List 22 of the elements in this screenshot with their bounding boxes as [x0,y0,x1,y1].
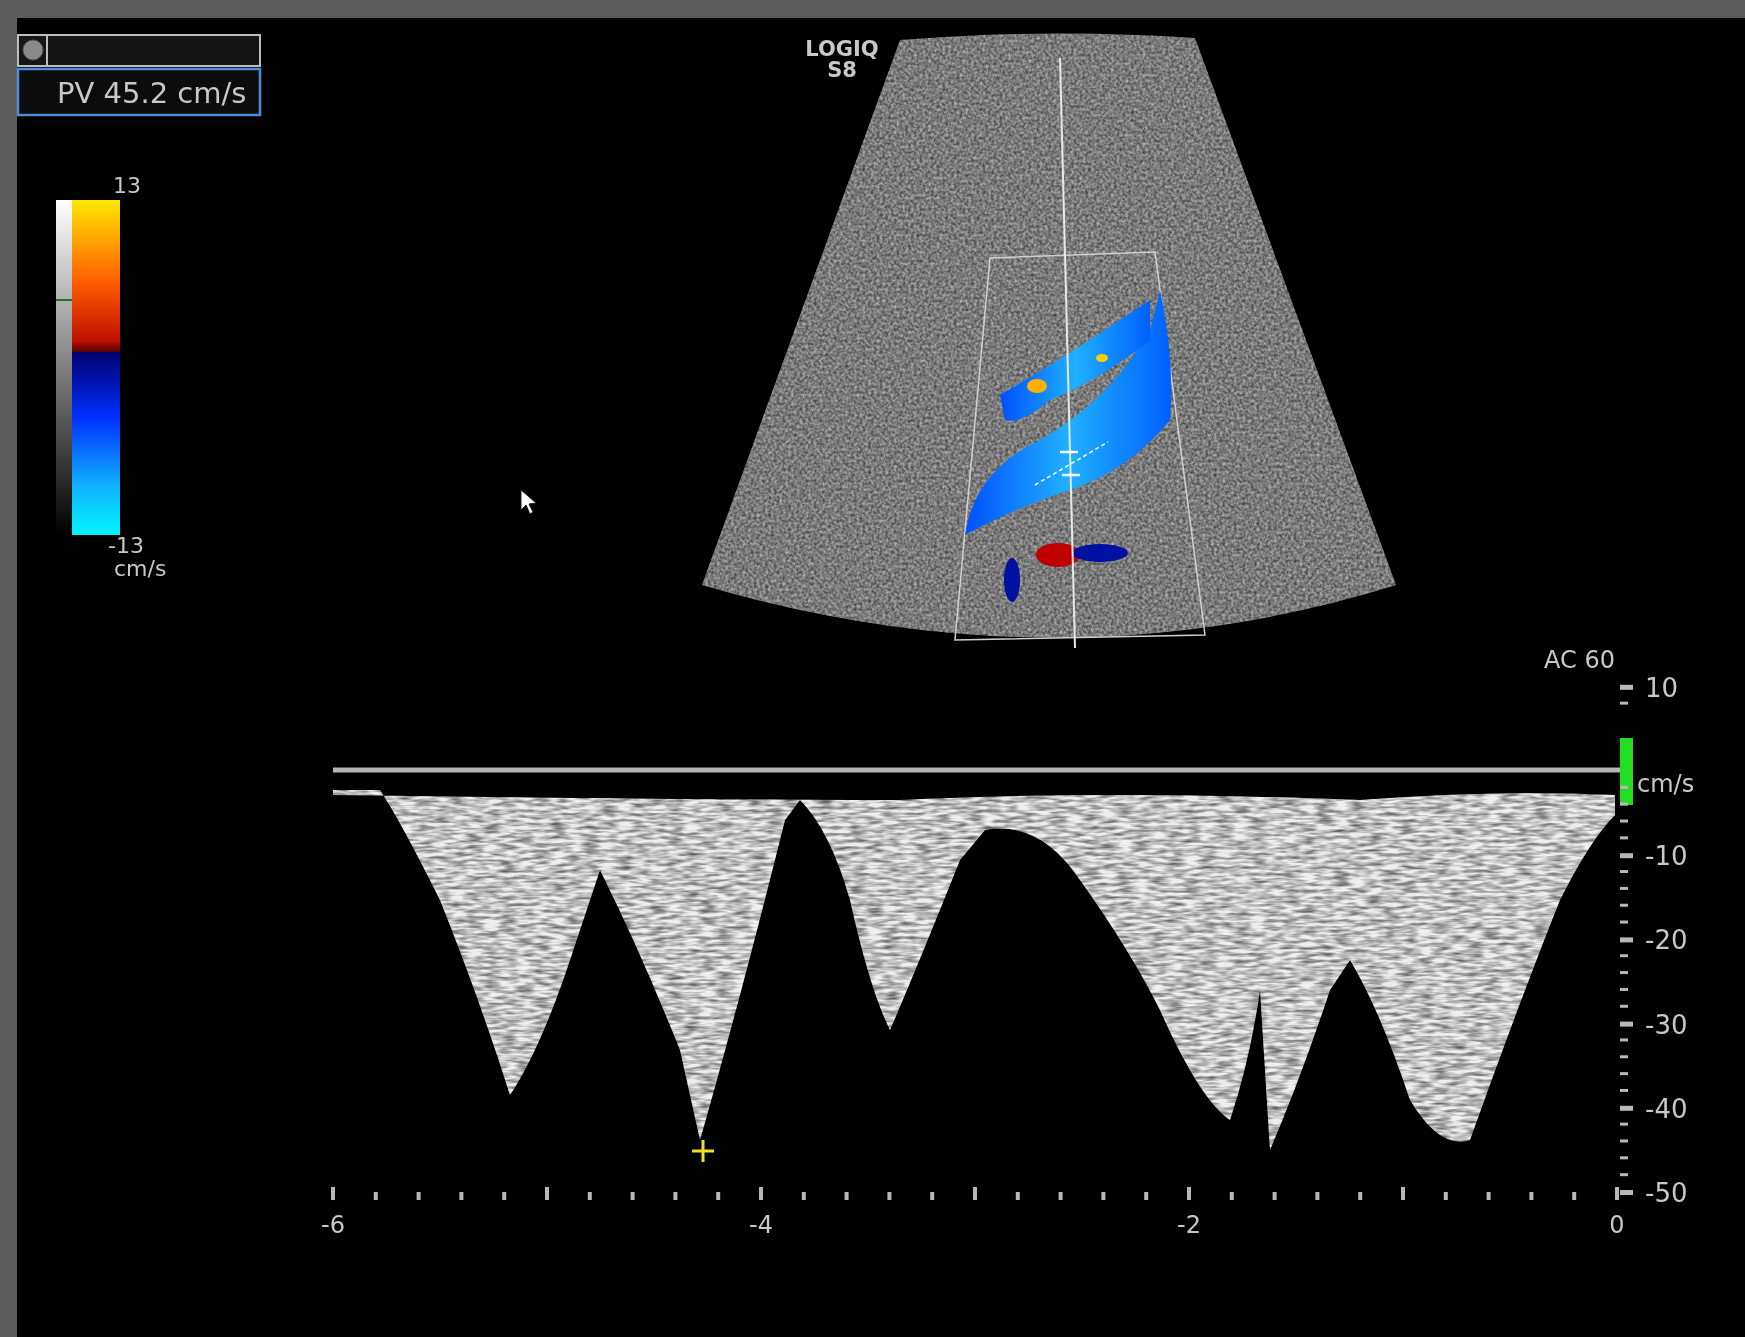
velocity-tick-label: -30 [1645,1009,1688,1040]
time-tick-label: -4 [749,1211,773,1239]
circle-icon [22,39,44,61]
velocity-tick-label: -50 [1645,1178,1688,1208]
scale-unit-label: cm/s [114,556,167,581]
scale-min-label: -13 [108,533,144,558]
brand-label: LOGIQ [805,37,879,61]
caliper-cross-icon [690,1138,716,1164]
mouse-pointer-icon [520,489,537,515]
velocity-tick-label: -40 [1645,1093,1688,1124]
peak-velocity-reading: PV 45.2 cm/s [57,76,247,110]
time-tick-label: -2 [1177,1211,1201,1239]
scale-label: AC 60 [1544,646,1615,674]
baseline-marker [1620,738,1633,805]
velocity-tick-label: -20 [1645,925,1688,956]
velocity-tick-label: 10 [1645,672,1679,703]
time-tick-label: -6 [321,1211,345,1239]
scale-max-label: 13 [113,173,141,198]
velocity-unit-label: cm/s [1637,770,1695,798]
model-label: S8 [827,58,857,82]
velocity-tick-label: -10 [1645,841,1688,872]
time-tick-label: 0 [1609,1211,1625,1239]
